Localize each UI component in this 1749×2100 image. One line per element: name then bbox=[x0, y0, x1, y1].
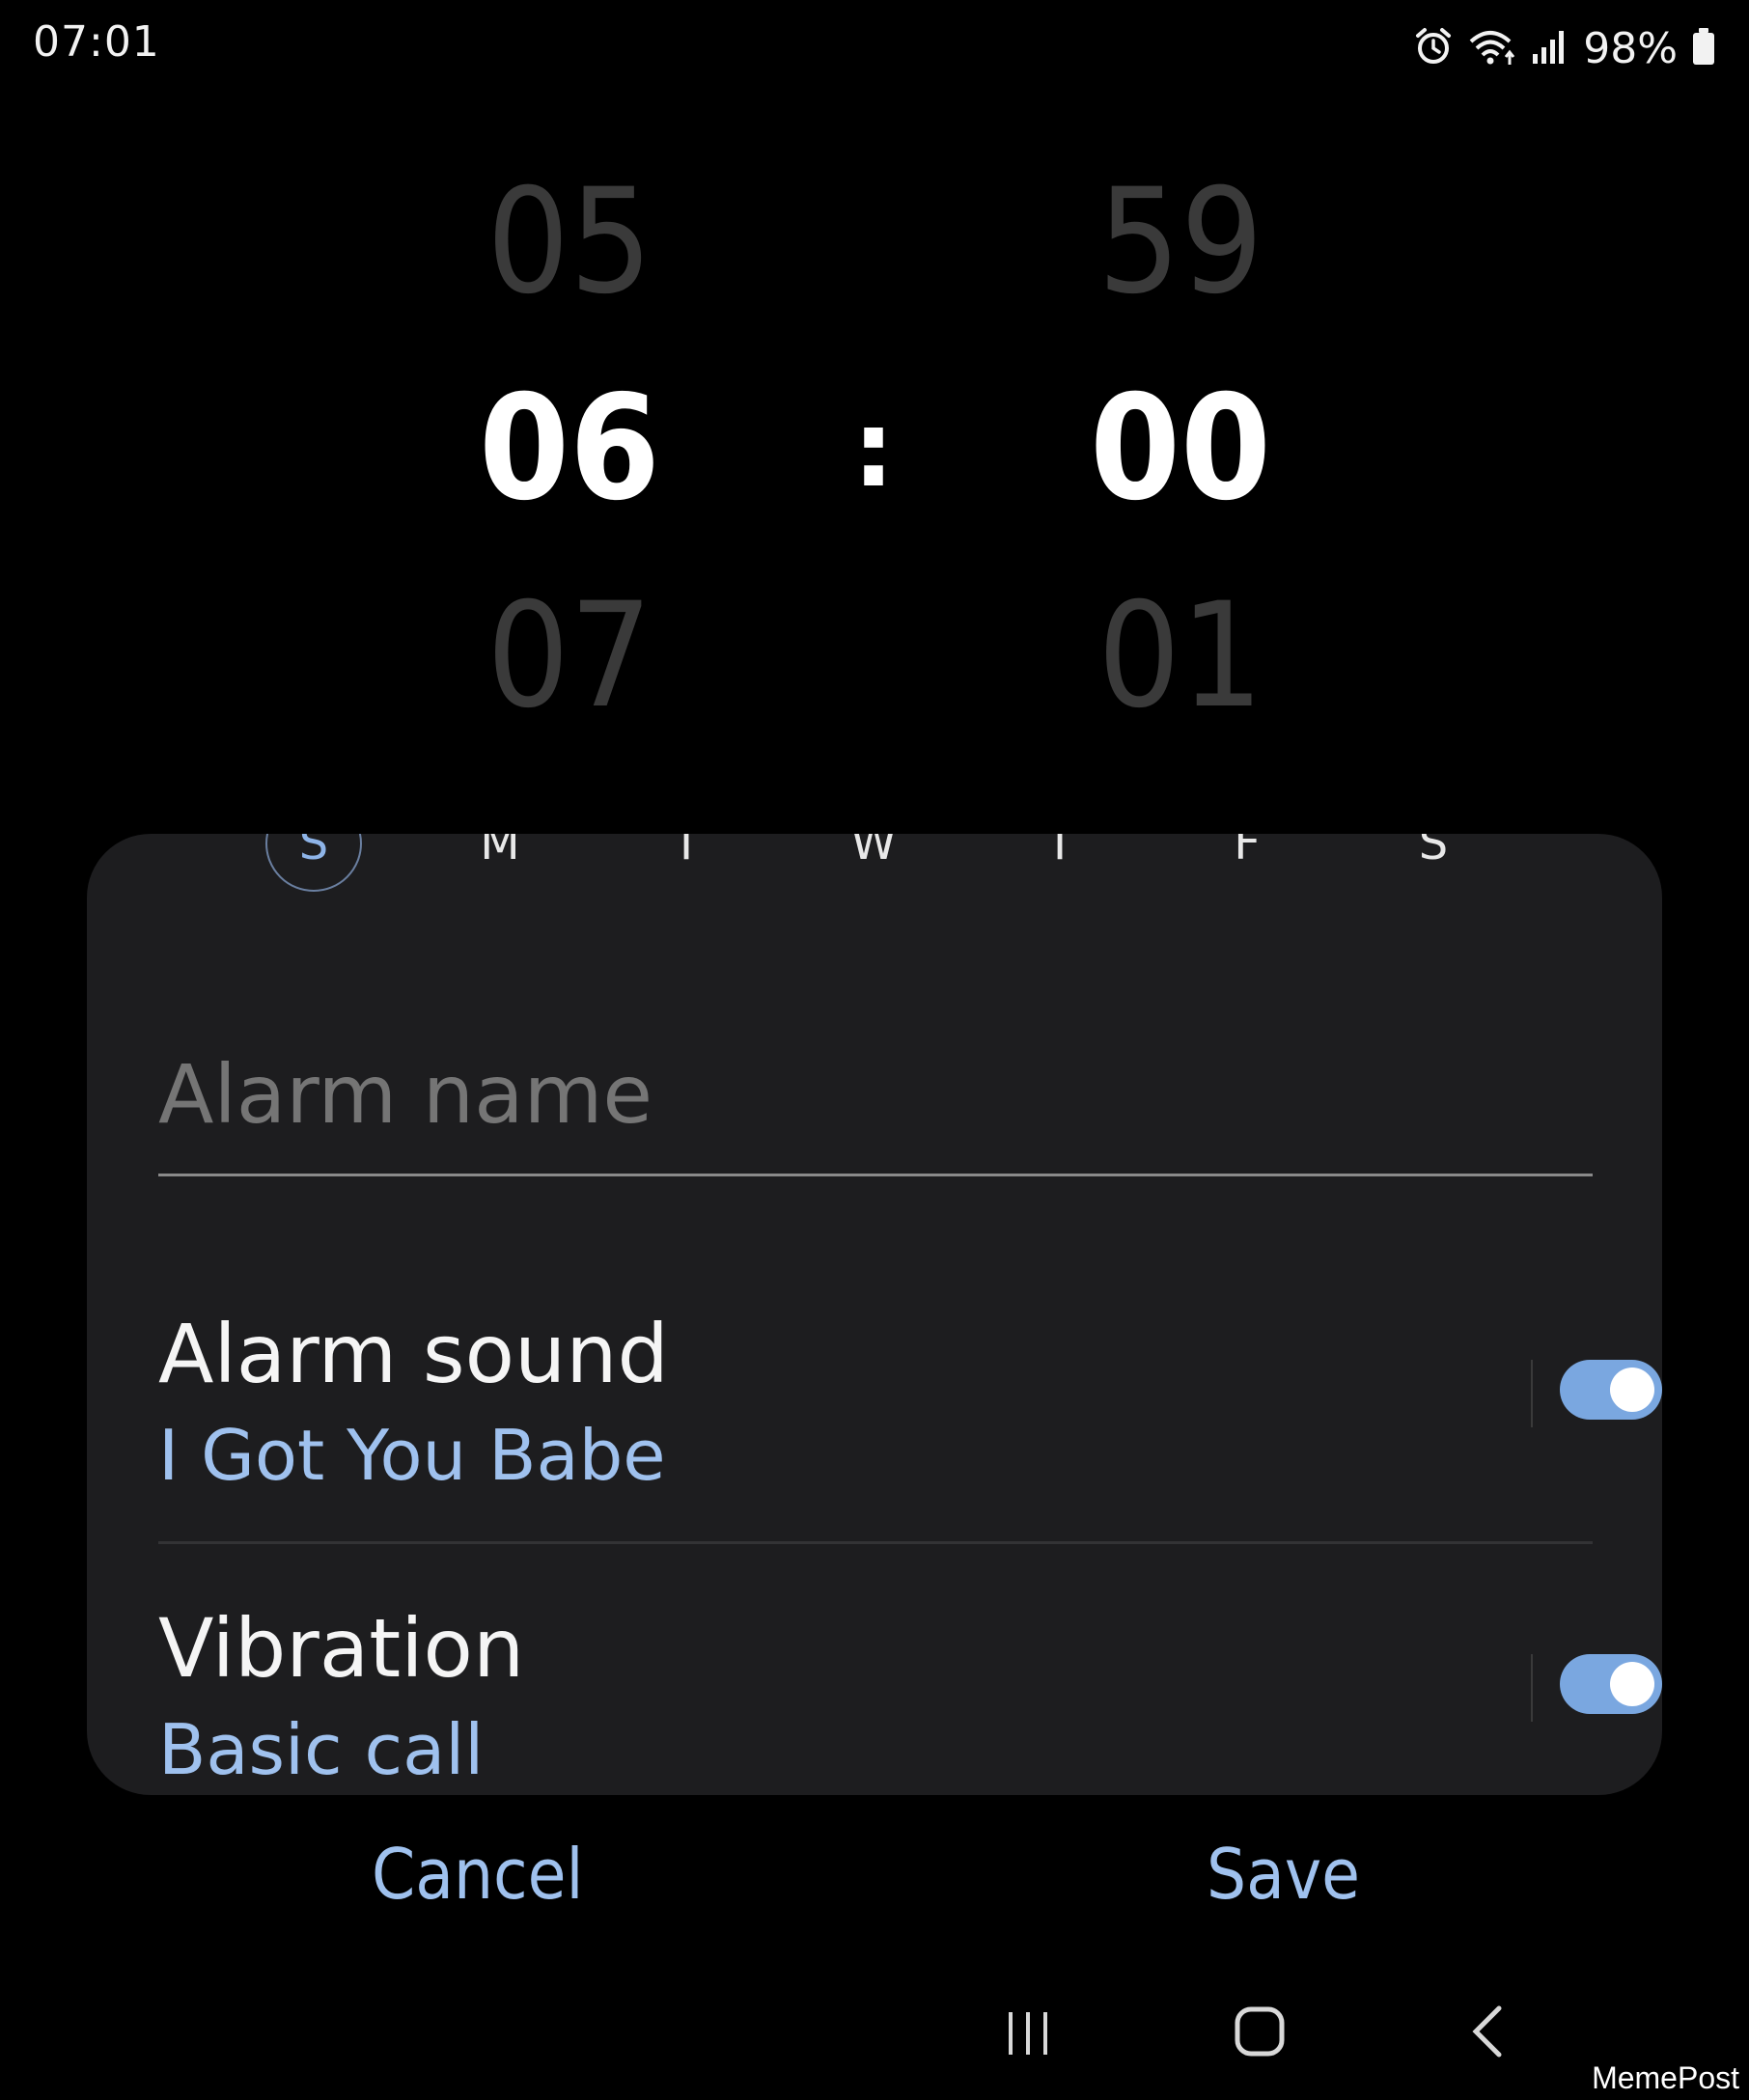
day-thursday[interactable]: T bbox=[1012, 834, 1108, 892]
day-friday[interactable]: F bbox=[1199, 834, 1295, 892]
vibration-toggle[interactable] bbox=[1560, 1654, 1662, 1714]
vibration-toggle-knob bbox=[1610, 1662, 1654, 1706]
alarm-sound-value: I Got You Babe bbox=[158, 1415, 666, 1496]
status-bar: 07:01 98% bbox=[0, 0, 1749, 97]
day-wednesday[interactable]: W bbox=[825, 834, 922, 892]
alarm-sound-toggle-knob bbox=[1610, 1368, 1654, 1412]
status-time: 07:01 bbox=[33, 17, 160, 67]
vibration-value: Basic call bbox=[158, 1709, 485, 1790]
battery-icon bbox=[1691, 26, 1716, 70]
hour-prev[interactable]: 05 bbox=[454, 170, 685, 315]
status-icons: 98% bbox=[1413, 19, 1716, 77]
vibration-row[interactable]: Vibration Basic call bbox=[158, 1601, 1662, 1790]
wifi-icon bbox=[1467, 26, 1517, 70]
day-monday[interactable]: M bbox=[452, 834, 548, 892]
home-icon bbox=[1235, 2006, 1285, 2057]
battery-percent: 98% bbox=[1583, 23, 1678, 73]
alarm-sound-row[interactable]: Alarm sound I Got You Babe bbox=[158, 1307, 1662, 1496]
day-selector: S M T W T F S bbox=[87, 834, 1662, 911]
day-tuesday[interactable]: T bbox=[638, 834, 735, 892]
alarm-sound-divider bbox=[1531, 1360, 1533, 1427]
cancel-button[interactable]: Cancel bbox=[372, 1834, 583, 1915]
back-icon bbox=[1472, 2005, 1502, 2058]
watermark: MemePost bbox=[1592, 2060, 1739, 2095]
recents-button[interactable] bbox=[985, 1988, 1071, 2075]
home-button[interactable] bbox=[1216, 1988, 1303, 2075]
vibration-divider bbox=[1531, 1654, 1533, 1722]
alarm-sound-toggle[interactable] bbox=[1560, 1360, 1662, 1420]
recents-icon bbox=[1009, 2012, 1047, 2055]
alarm-name-input[interactable] bbox=[158, 1056, 1593, 1133]
alarm-name-underline bbox=[158, 1174, 1593, 1176]
signal-icon bbox=[1531, 27, 1569, 69]
vibration-title: Vibration bbox=[158, 1601, 525, 1696]
hour-current[interactable]: 06 bbox=[454, 376, 685, 521]
alarm-sound-title: Alarm sound bbox=[158, 1307, 669, 1401]
alarm-settings-card: S M T W T F S Alarm sound I Got You Babe… bbox=[87, 834, 1662, 1795]
minute-next[interactable]: 01 bbox=[1065, 584, 1296, 729]
navigation-bar bbox=[0, 1988, 1749, 2075]
time-separator: : bbox=[852, 387, 895, 511]
settings-divider bbox=[158, 1541, 1593, 1544]
hour-next[interactable]: 07 bbox=[454, 584, 685, 729]
day-saturday[interactable]: S bbox=[1385, 834, 1482, 892]
minute-prev[interactable]: 59 bbox=[1065, 170, 1296, 315]
minute-current[interactable]: 00 bbox=[1065, 376, 1296, 521]
save-button[interactable]: Save bbox=[1207, 1834, 1360, 1915]
time-picker: 05 06 07 : 59 00 01 bbox=[0, 135, 1749, 753]
back-button[interactable] bbox=[1448, 1988, 1535, 2075]
day-sunday[interactable]: S bbox=[265, 834, 362, 892]
alarm-icon bbox=[1413, 26, 1454, 70]
